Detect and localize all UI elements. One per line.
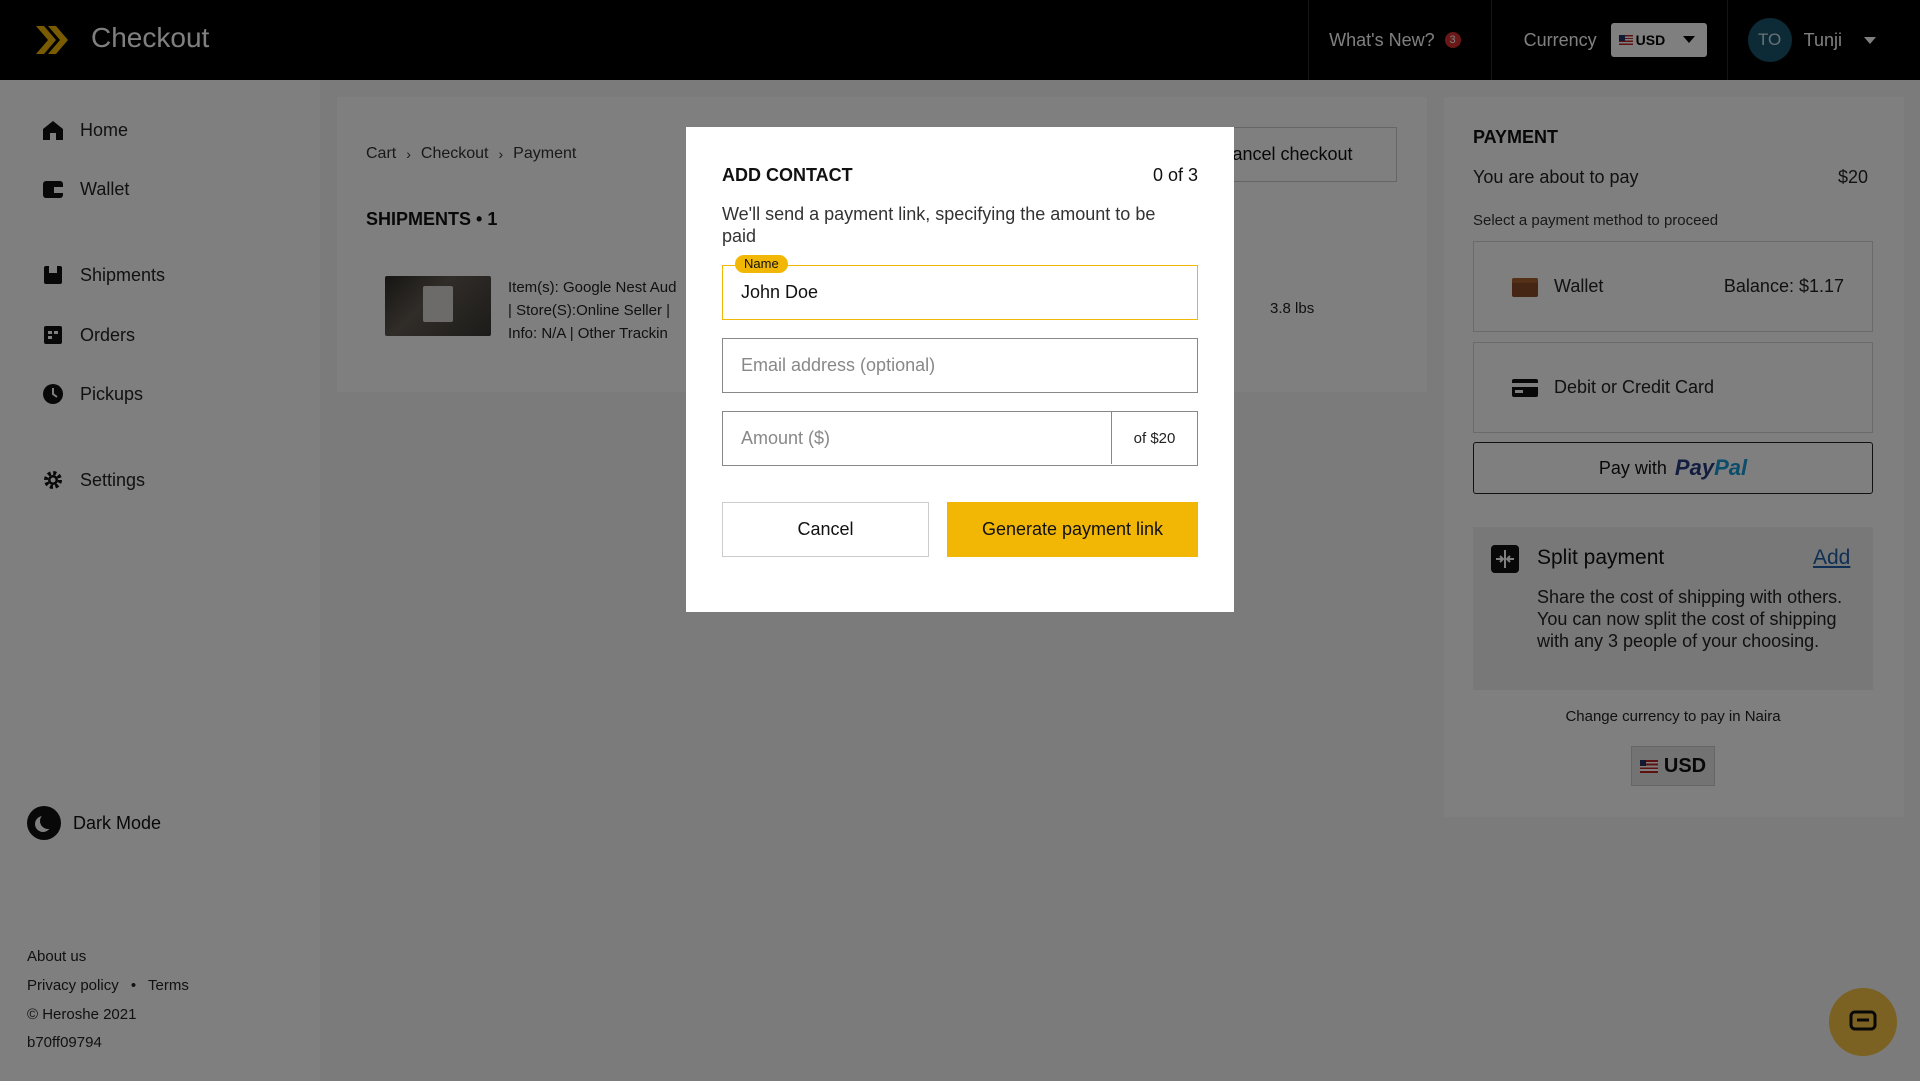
email-field[interactable]: Email address (optional) xyxy=(722,338,1198,393)
name-field[interactable]: Name John Doe xyxy=(722,255,1198,320)
email-field-placeholder: Email address (optional) xyxy=(741,355,936,375)
dialog-title: ADD CONTACT xyxy=(722,165,853,185)
amount-field[interactable]: Amount ($) of $20 xyxy=(722,411,1198,466)
generate-payment-link-button[interactable]: Generate payment link xyxy=(947,502,1198,557)
cancel-button[interactable]: Cancel xyxy=(722,502,929,557)
name-field-label: Name xyxy=(735,255,788,273)
amount-field-placeholder: Amount ($) xyxy=(741,428,831,448)
dialog-description: We'll send a payment link, specifying th… xyxy=(722,204,1156,246)
amount-suffix: of $20 xyxy=(1111,412,1197,464)
contact-counter: 0 of 3 xyxy=(1152,165,1198,185)
name-field-value: John Doe xyxy=(741,282,819,302)
add-contact-dialog: ADD CONTACT 0 of 3 We'll send a payment … xyxy=(686,127,1234,612)
